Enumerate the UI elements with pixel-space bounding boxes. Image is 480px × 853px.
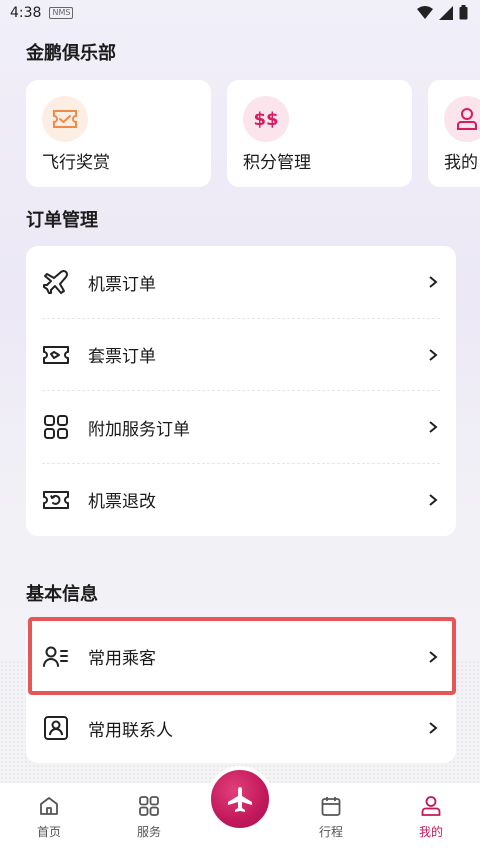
basic-label-passengers: 常用乘客	[88, 649, 156, 669]
basic-row-passengers[interactable]: 常用乘客	[26, 620, 456, 693]
order-row-package[interactable]: 套票订单	[26, 319, 456, 391]
nav-label-services: 服务	[136, 825, 161, 839]
club-card-mine[interactable]: 我的	[428, 80, 480, 187]
home-icon	[40, 797, 58, 815]
status-icons	[417, 5, 468, 20]
chevron-right-icon	[429, 493, 438, 506]
order-row-refund[interactable]: 机票退改	[26, 464, 456, 537]
nav-services[interactable]: 服务	[119, 795, 179, 840]
nav-home[interactable]: 首页	[19, 795, 79, 840]
signal-icon	[439, 5, 453, 20]
nav-label-home: 首页	[36, 825, 61, 839]
user-icon	[444, 96, 480, 142]
refund-icon	[43, 490, 69, 509]
nav-mine[interactable]: 我的	[401, 795, 461, 840]
chevron-right-icon	[429, 276, 438, 289]
grid-icon	[139, 796, 159, 816]
grid-icon	[44, 415, 68, 440]
club-label-points: 积分管理	[243, 153, 311, 173]
nav-trips[interactable]: 行程	[301, 795, 361, 840]
passenger-list-icon	[43, 646, 68, 667]
ticket-icon	[43, 345, 69, 364]
basic-section-title: 基本信息	[26, 584, 98, 605]
basic-card: 常用乘客 常用联系人	[26, 620, 456, 763]
calendar-icon	[321, 797, 341, 816]
nav-label-trips: 行程	[318, 825, 343, 839]
double-dollar-icon: $$	[243, 96, 289, 142]
order-label-flight: 机票订单	[88, 274, 156, 295]
battery-icon	[459, 5, 468, 20]
status-time: 4:38	[10, 5, 42, 21]
plane-icon	[228, 787, 252, 812]
order-label-package: 套票订单	[88, 347, 156, 368]
club-card-points[interactable]: $$ 积分管理	[227, 80, 412, 187]
order-row-addon[interactable]: 附加服务订单	[26, 391, 456, 464]
orders-card: 机票订单 套票订单 附加服务订单 机票退改	[26, 246, 456, 536]
contact-card-icon	[44, 716, 68, 740]
chevron-right-icon	[429, 650, 438, 663]
nfc-badge: NMS	[49, 7, 74, 19]
club-card-flight-rewards[interactable]: 飞行奖赏	[26, 80, 211, 187]
basic-row-contacts[interactable]: 常用联系人	[26, 693, 456, 763]
club-label-flight-rewards: 飞行奖赏	[42, 153, 110, 173]
basic-label-contacts: 常用联系人	[88, 720, 173, 741]
order-row-flight[interactable]: 机票订单	[26, 246, 456, 319]
plane-icon	[43, 270, 68, 295]
order-label-refund: 机票退改	[88, 492, 156, 513]
order-label-addon: 附加服务订单	[88, 419, 190, 440]
user-icon	[421, 796, 441, 816]
chevron-right-icon	[429, 348, 438, 361]
orders-section-title: 订单管理	[26, 210, 98, 231]
nav-label-mine: 我的	[418, 825, 443, 839]
wifi-icon	[417, 5, 433, 19]
center-booking-button[interactable]	[207, 766, 273, 832]
ticket-check-icon	[42, 96, 88, 142]
chevron-right-icon	[429, 722, 438, 734]
club-section-title: 金鹏俱乐部	[26, 43, 116, 64]
chevron-right-icon	[429, 421, 438, 434]
club-label-mine: 我的	[444, 153, 478, 173]
status-bar: 4:38 NMS	[0, 0, 480, 26]
